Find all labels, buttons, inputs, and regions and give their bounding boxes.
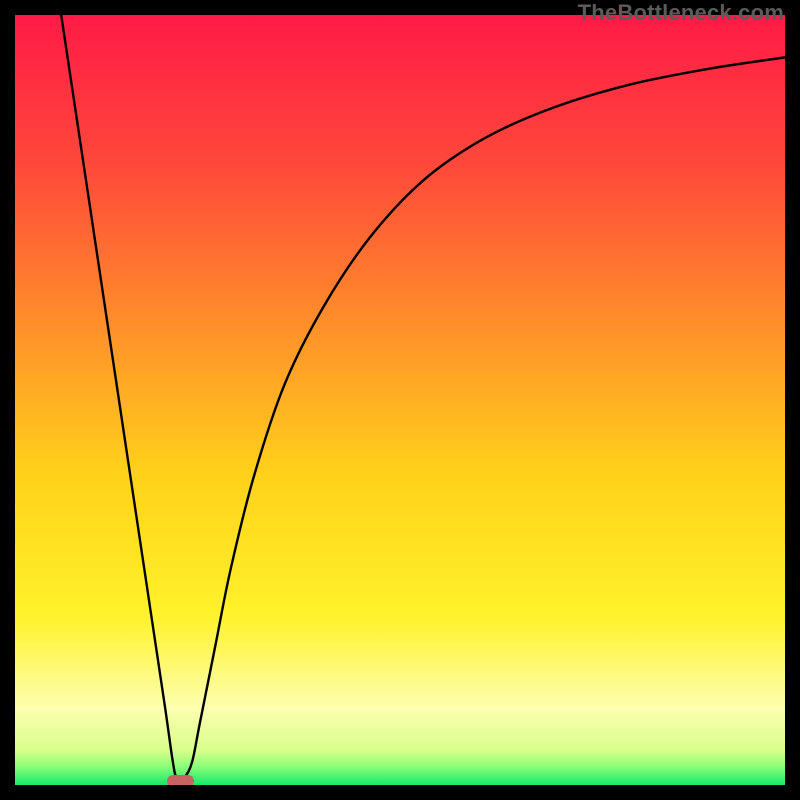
chart-background [15, 15, 785, 785]
chart-frame [15, 15, 785, 785]
optimal-marker [167, 775, 194, 785]
bottleneck-chart [15, 15, 785, 785]
watermark-text: TheBottleneck.com [578, 0, 784, 26]
